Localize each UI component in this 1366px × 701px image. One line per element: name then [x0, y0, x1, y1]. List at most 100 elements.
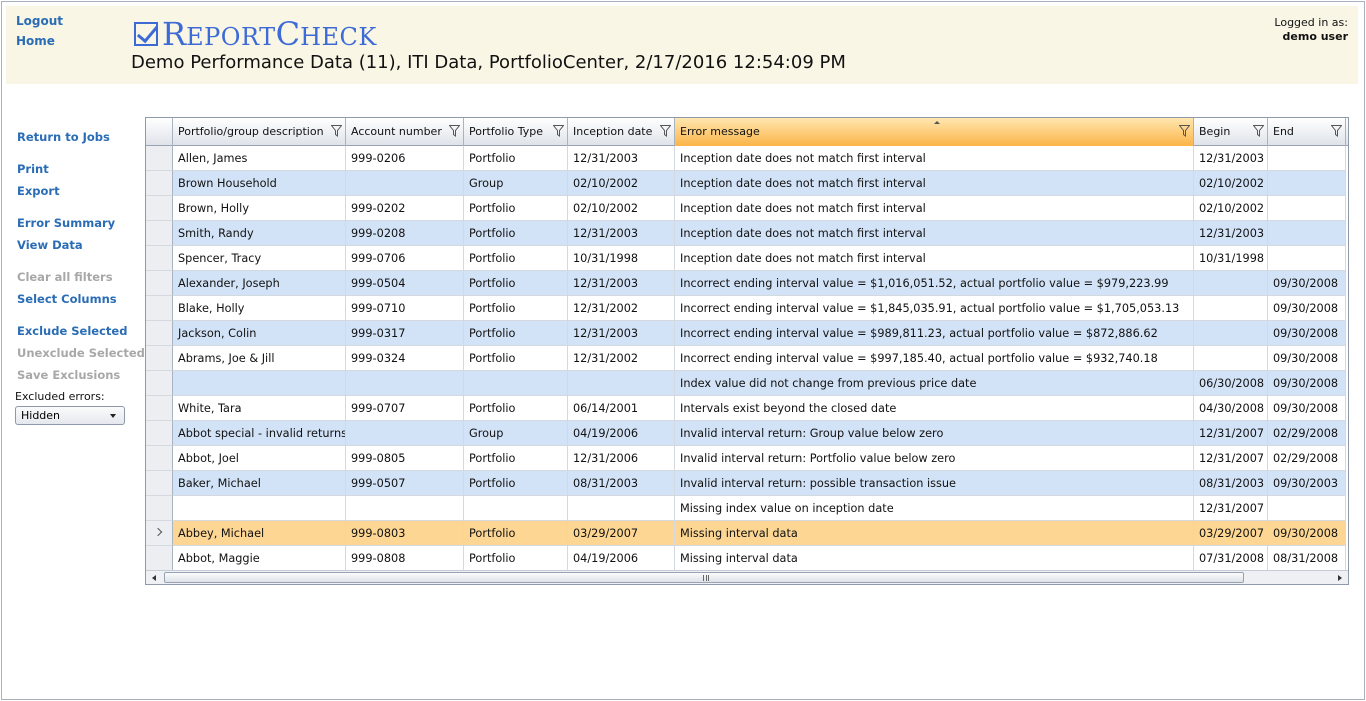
- cell-error-message[interactable]: Missing index value on inception date: [675, 496, 1194, 521]
- cell-inception-date[interactable]: 12/31/2002: [568, 296, 675, 321]
- scroll-left-icon[interactable]: [146, 571, 162, 584]
- cell-account-number[interactable]: 999-0507: [346, 471, 464, 496]
- cell-account-number[interactable]: 999-0710: [346, 296, 464, 321]
- cell-inception-date[interactable]: 12/31/2002: [568, 346, 675, 371]
- print-link[interactable]: Print: [17, 158, 142, 180]
- cell-error-message[interactable]: Intervals exist beyond the closed date: [675, 396, 1194, 421]
- cell-account-number[interactable]: 999-0202: [346, 196, 464, 221]
- cell-begin[interactable]: 02/10/2002: [1194, 196, 1268, 221]
- table-row[interactable]: Missing index value on inception date 12/…: [146, 496, 1348, 521]
- cell-error-message[interactable]: Index value did not change from previous…: [675, 371, 1194, 396]
- cell-begin[interactable]: 10/31/1998: [1194, 246, 1268, 271]
- cell-begin[interactable]: 12/31/2007: [1194, 496, 1268, 521]
- table-row[interactable]: Jackson, Colin 999-0317 Portfolio 12/31/200…: [146, 321, 1348, 346]
- filter-funnel-icon[interactable]: [660, 125, 671, 137]
- cell-account-number[interactable]: 999-0707: [346, 396, 464, 421]
- cell-begin[interactable]: 08/31/2003: [1194, 471, 1268, 496]
- cell-description[interactable]: Jackson, Colin: [173, 321, 346, 346]
- cell-account-number[interactable]: 999-0206: [346, 146, 464, 171]
- cell-inception-date[interactable]: 04/19/2006: [568, 546, 675, 571]
- row-indicator[interactable]: [146, 246, 173, 271]
- cell-error-message[interactable]: Inception date does not match first inte…: [675, 146, 1194, 171]
- row-indicator[interactable]: [146, 146, 173, 171]
- cell-end[interactable]: 09/30/2003: [1268, 471, 1346, 496]
- cell-portfolio-type[interactable]: Portfolio: [464, 346, 568, 371]
- table-row[interactable]: Allen, James 999-0206 Portfolio 12/31/2003 I…: [146, 146, 1348, 171]
- cell-inception-date[interactable]: 03/29/2007: [568, 521, 675, 546]
- cell-end[interactable]: 09/30/2008: [1268, 371, 1346, 396]
- table-row[interactable]: Smith, Randy 999-0208 Portfolio 12/31/2003 I…: [146, 221, 1348, 246]
- cell-inception-date[interactable]: 04/19/2006: [568, 421, 675, 446]
- cell-error-message[interactable]: Invalid interval return: Group value bel…: [675, 421, 1194, 446]
- cell-account-number[interactable]: 999-0805: [346, 446, 464, 471]
- cell-begin[interactable]: 03/29/2007: [1194, 521, 1268, 546]
- cell-end[interactable]: 02/29/2008: [1268, 421, 1346, 446]
- cell-error-message[interactable]: Missing interval data: [675, 521, 1194, 546]
- return-to-jobs-link[interactable]: Return to Jobs: [17, 126, 142, 148]
- cell-begin[interactable]: 12/31/2007: [1194, 446, 1268, 471]
- row-indicator[interactable]: [146, 546, 173, 571]
- cell-account-number[interactable]: 999-0324: [346, 346, 464, 371]
- horizontal-scrollbar[interactable]: [146, 570, 1348, 584]
- row-indicator[interactable]: [146, 371, 173, 396]
- cell-begin[interactable]: 12/31/2007: [1194, 421, 1268, 446]
- cell-description[interactable]: Spencer, Tracy: [173, 246, 346, 271]
- column-header-error-message[interactable]: Error message: [675, 118, 1194, 146]
- cell-portfolio-type[interactable]: Portfolio: [464, 146, 568, 171]
- cell-account-number[interactable]: [346, 171, 464, 196]
- cell-end[interactable]: [1268, 221, 1346, 246]
- cell-end[interactable]: 02/29/2008: [1268, 446, 1346, 471]
- cell-begin[interactable]: 02/10/2002: [1194, 171, 1268, 196]
- cell-description[interactable]: Allen, James: [173, 146, 346, 171]
- cell-description[interactable]: Abrams, Joe & Jill: [173, 346, 346, 371]
- table-row[interactable]: Alexander, Joseph 999-0504 Portfolio 12/31/…: [146, 271, 1348, 296]
- cell-inception-date[interactable]: [568, 371, 675, 396]
- table-row[interactable]: Abbot, Maggie 999-0808 Portfolio 04/19/2006…: [146, 546, 1348, 571]
- cell-error-message[interactable]: Invalid interval return: Portfolio value…: [675, 446, 1194, 471]
- filter-funnel-icon[interactable]: [331, 125, 342, 137]
- cell-description[interactable]: [173, 496, 346, 521]
- cell-portfolio-type[interactable]: [464, 371, 568, 396]
- filter-funnel-icon[interactable]: [449, 125, 460, 137]
- cell-account-number[interactable]: 999-0208: [346, 221, 464, 246]
- cell-inception-date[interactable]: 06/14/2001: [568, 396, 675, 421]
- row-indicator[interactable]: [146, 496, 173, 521]
- cell-description[interactable]: Abbot special - invalid returns: [173, 421, 346, 446]
- cell-account-number[interactable]: 999-0808: [346, 546, 464, 571]
- cell-end[interactable]: [1268, 496, 1346, 521]
- cell-portfolio-type[interactable]: Portfolio: [464, 546, 568, 571]
- table-row[interactable]: Blake, Holly 999-0710 Portfolio 12/31/2002 I…: [146, 296, 1348, 321]
- cell-begin[interactable]: [1194, 321, 1268, 346]
- column-header-portfolio-type[interactable]: Portfolio Type: [464, 118, 568, 146]
- view-data-link[interactable]: View Data: [17, 234, 142, 256]
- cell-description[interactable]: Smith, Randy: [173, 221, 346, 246]
- scrollbar-thumb[interactable]: [164, 572, 1244, 583]
- table-row[interactable]: White, Tara 999-0707 Portfolio 06/14/2001 In…: [146, 396, 1348, 421]
- home-link[interactable]: Home: [16, 34, 63, 48]
- cell-begin[interactable]: 07/31/2008: [1194, 546, 1268, 571]
- row-indicator[interactable]: [146, 396, 173, 421]
- cell-portfolio-type[interactable]: Portfolio: [464, 471, 568, 496]
- excluded-errors-dropdown[interactable]: Hidden: [15, 406, 125, 425]
- cell-end[interactable]: [1268, 171, 1346, 196]
- cell-end[interactable]: [1268, 246, 1346, 271]
- cell-end[interactable]: 09/30/2008: [1268, 271, 1346, 296]
- cell-description[interactable]: Abbey, Michael: [173, 521, 346, 546]
- row-indicator[interactable]: [146, 421, 173, 446]
- cell-inception-date[interactable]: 10/31/1998: [568, 246, 675, 271]
- column-header-inception-date[interactable]: Inception date: [568, 118, 675, 146]
- filter-funnel-icon[interactable]: [553, 125, 564, 137]
- cell-error-message[interactable]: Incorrect ending interval value = $1,845…: [675, 296, 1194, 321]
- exclude-selected-link[interactable]: Exclude Selected: [17, 320, 142, 342]
- cell-begin[interactable]: [1194, 296, 1268, 321]
- cell-end[interactable]: 09/30/2008: [1268, 296, 1346, 321]
- filter-funnel-icon[interactable]: [1253, 125, 1264, 137]
- cell-inception-date[interactable]: 12/31/2003: [568, 321, 675, 346]
- cell-begin[interactable]: 04/30/2008: [1194, 396, 1268, 421]
- cell-description[interactable]: Baker, Michael: [173, 471, 346, 496]
- cell-begin[interactable]: [1194, 271, 1268, 296]
- table-row[interactable]: Brown Household Group 02/10/2002 Inception …: [146, 171, 1348, 196]
- cell-account-number[interactable]: [346, 371, 464, 396]
- table-row[interactable]: Abbot, Joel 999-0805 Portfolio 12/31/2006 In…: [146, 446, 1348, 471]
- table-row[interactable]: Spencer, Tracy 999-0706 Portfolio 10/31/199…: [146, 246, 1348, 271]
